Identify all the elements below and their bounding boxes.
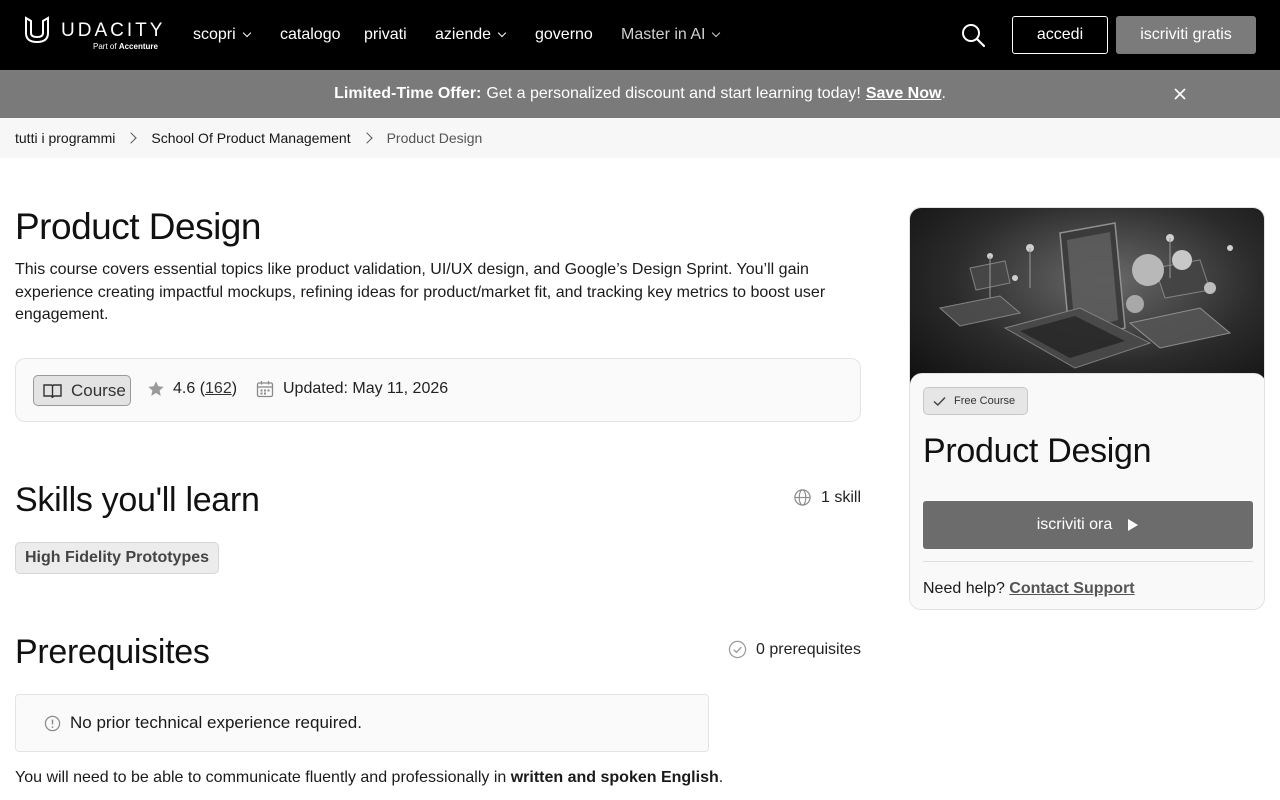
skills-heading: Skills you'll learn [15, 481, 260, 519]
prerequisites-count-label: 0 prerequisites [756, 640, 861, 658]
check-circle-icon [728, 640, 747, 659]
nav-item-scopri[interactable]: scopri [193, 24, 251, 46]
breadcrumb-current: Product Design [386, 130, 483, 146]
english-note-suffix: . [718, 769, 724, 786]
chevron-down-icon [242, 28, 251, 38]
star-icon [148, 381, 164, 396]
course-type-label: Course [71, 380, 126, 400]
top-navigation: UDACITY Part of Accenture scopri catalog… [0, 0, 1280, 70]
skills-count-label: 1 skill [821, 488, 862, 506]
enroll-now-label: iscriviti ora [1036, 516, 1113, 533]
course-rating: 4.6 (162) [147, 380, 237, 398]
login-button[interactable]: accedi [1012, 16, 1108, 54]
breadcrumb-all-programs[interactable]: tutti i programmi [15, 130, 115, 146]
english-note-prefix: You will need to be able to communicate … [15, 769, 507, 786]
breadcrumb-school[interactable]: School Of Product Management [151, 130, 350, 146]
enroll-now-button[interactable]: iscriviti ora [923, 501, 1253, 549]
play-icon [1128, 519, 1139, 531]
prerequisites-box-text: No prior technical experience required. [70, 713, 362, 732]
promo-title: Limited-Time Offer: [334, 85, 482, 102]
divider [923, 561, 1253, 562]
search-icon[interactable] [960, 22, 986, 48]
page-title: Product Design [15, 206, 261, 247]
rating-value: 4.6 [173, 380, 196, 397]
logo-subtitle: Part of Accenture [93, 42, 158, 51]
nav-item-label: catalogo [280, 26, 341, 43]
free-course-label: Free Course [954, 395, 1016, 407]
enroll-card-body: Free Course Product Design iscriviti ora… [910, 373, 1264, 609]
nav-item-catalogo[interactable]: catalogo [280, 24, 341, 46]
nav-item-label: governo [535, 26, 593, 43]
promo-banner: Limited-Time Offer: Get a personalized d… [0, 70, 1280, 118]
card-title: Product Design [923, 432, 1152, 470]
help-text: Need help? Contact Support [923, 580, 1135, 598]
promo-suffix: . [941, 85, 946, 102]
prerequisites-count: 0 prerequisites [728, 640, 861, 659]
nav-item-label: aziende [435, 26, 492, 43]
chevron-down-icon [712, 28, 721, 38]
free-course-badge: Free Course [923, 387, 1028, 415]
chevron-down-icon [497, 28, 507, 38]
english-note-bold: written and spoken English [510, 769, 719, 786]
udacity-logo[interactable]: UDACITY Part of Accenture [24, 16, 164, 54]
contact-support-link[interactable]: Contact Support [1009, 580, 1134, 597]
course-description: This course covers essential topics like… [15, 261, 826, 323]
logo-wordmark: UDACITY [61, 20, 166, 41]
logo-sub-prefix: Part of [93, 42, 117, 51]
course-updated: Updated: May 11, 2026 [256, 380, 448, 398]
help-prefix: Need help? [923, 580, 1005, 597]
prerequisites-box: No prior technical experience required. [15, 694, 709, 752]
skills-count: 1 skill [793, 488, 861, 507]
signup-button[interactable]: iscriviti gratis [1116, 16, 1256, 54]
nav-item-label: Master in AI [621, 26, 706, 43]
nav-item-aziende[interactable]: aziende [435, 24, 507, 46]
reviews-count-link[interactable]: 162 [205, 380, 232, 397]
skill-tag: High Fidelity Prototypes [15, 542, 220, 574]
course-type-badge: Course [33, 375, 131, 406]
nav-item-label: privati [364, 26, 407, 43]
udacity-logo-icon [25, 16, 49, 44]
enroll-card: Free Course Product Design iscriviti ora… [909, 207, 1265, 610]
updated-date: Updated: May 11, 2026 [283, 380, 449, 397]
course-illustration [938, 222, 1233, 369]
close-icon[interactable] [1172, 86, 1188, 102]
nav-item-master-in-ai[interactable]: Master in AI [621, 24, 721, 46]
nav-item-governo[interactable]: governo [535, 24, 593, 46]
nav-item-label: scopri [193, 26, 236, 43]
prerequisites-heading: Prerequisites [15, 633, 210, 671]
logo-sub-brand: Accenture [118, 42, 158, 51]
promo-text: Get a personalized discount and start le… [486, 85, 861, 102]
breadcrumb: tutti i programmi School Of Product Mana… [0, 118, 1280, 158]
course-hero-image [910, 208, 1264, 388]
nav-item-privati[interactable]: privati [364, 24, 407, 46]
info-circle-icon [44, 715, 61, 731]
calendar-icon [256, 381, 274, 398]
english-requirement-note: You will need to be able to communicate … [15, 769, 723, 787]
globe-icon [794, 489, 811, 506]
course-meta-bar: Course 4.6 (162) Updated: May 11, 2026 [15, 358, 861, 422]
check-icon [933, 396, 946, 406]
book-open-icon [43, 383, 62, 398]
chevron-right-icon [360, 132, 373, 144]
chevron-right-icon [125, 132, 138, 144]
promo-save-now-link[interactable]: Save Now [866, 85, 942, 103]
